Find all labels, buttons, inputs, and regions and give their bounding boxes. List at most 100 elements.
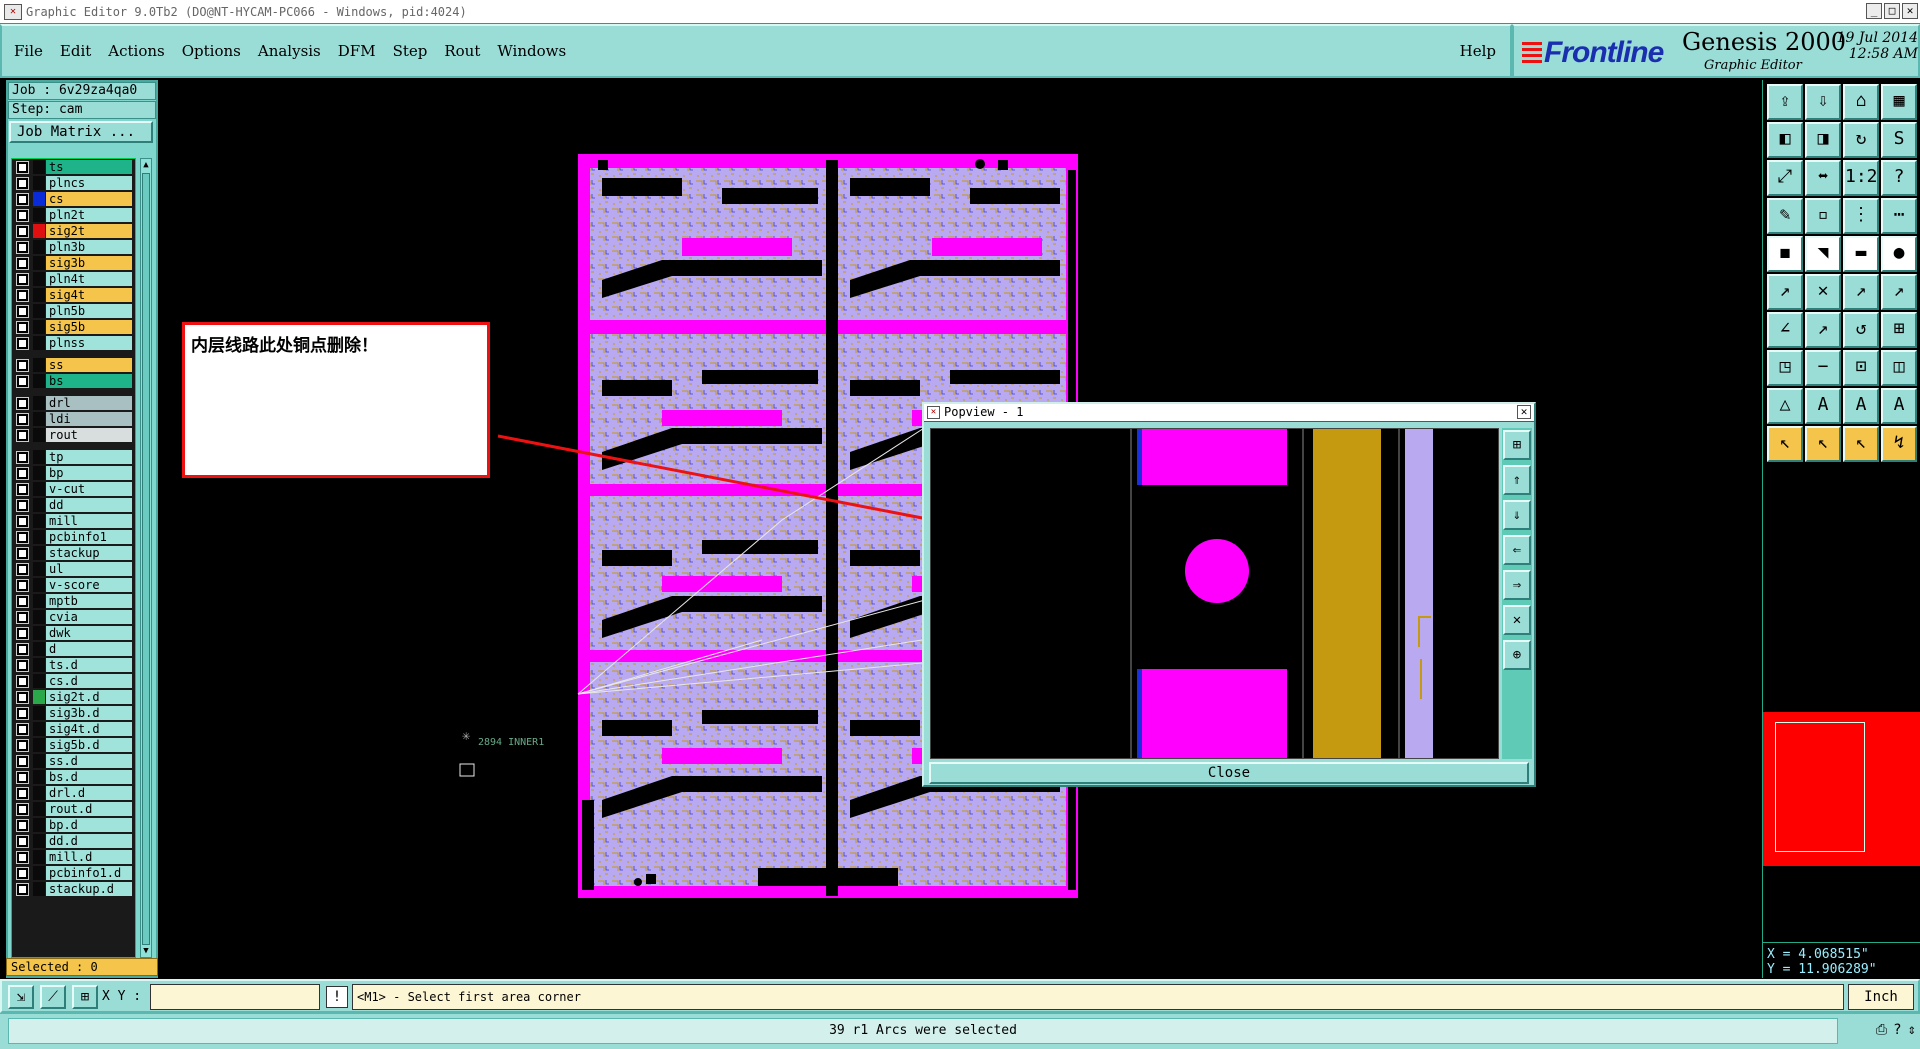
layer-name[interactable]: drl.d <box>46 786 132 800</box>
layer-row[interactable]: plncs <box>12 175 135 191</box>
layer-color-swatch[interactable] <box>33 770 45 784</box>
xy-input[interactable] <box>150 984 320 1010</box>
layer-color-swatch[interactable] <box>33 786 45 800</box>
ratio-icon[interactable]: 1:2 <box>1843 160 1879 196</box>
pointer-3-icon[interactable]: ↖ <box>1843 426 1879 462</box>
layer-color-swatch[interactable] <box>33 706 45 720</box>
popview-pan-up-icon[interactable]: ⇑ <box>1503 465 1531 495</box>
layer-checkbox[interactable] <box>16 530 29 544</box>
layer-checkbox[interactable] <box>16 578 29 592</box>
layer-name[interactable]: sig2t <box>46 224 132 238</box>
layer-color-swatch[interactable] <box>33 176 45 190</box>
layer-color-swatch[interactable] <box>33 738 45 752</box>
layer-name[interactable]: mill.d <box>46 850 132 864</box>
vdots-icon[interactable]: ⋮ <box>1843 198 1879 234</box>
layer-color-swatch[interactable] <box>33 722 45 736</box>
popview-close-icon[interactable]: ✕ <box>1517 405 1531 419</box>
layer-row[interactable]: ts <box>12 159 135 175</box>
blank-icon[interactable]: ▫ <box>1805 198 1841 234</box>
layer-row[interactable]: stackup.d <box>12 881 135 897</box>
layer-checkbox[interactable] <box>16 374 29 388</box>
layer-name[interactable]: bs <box>46 374 132 388</box>
layer-row[interactable]: pln3b <box>12 239 135 255</box>
layer-checkbox[interactable] <box>16 160 29 174</box>
layer-name[interactable]: v-score <box>46 578 132 592</box>
layer-color-swatch[interactable] <box>33 802 45 816</box>
mirror-icon[interactable]: S <box>1881 122 1917 158</box>
right-align-icon[interactable]: ◨ <box>1805 122 1841 158</box>
layer-checkbox[interactable] <box>16 786 29 800</box>
layout-icon[interactable]: ▦ <box>1881 84 1917 120</box>
close-window-button[interactable]: ✕ <box>1902 3 1918 19</box>
layer-name[interactable]: ts.d <box>46 658 132 672</box>
popview-fit-icon[interactable]: ✕ <box>1503 605 1531 635</box>
minimize-button[interactable]: _ <box>1866 3 1882 19</box>
layer-checkbox[interactable] <box>16 674 29 688</box>
panel-icon[interactable]: ◫ <box>1881 350 1917 386</box>
grid-icon[interactable]: ⊞ <box>72 985 98 1009</box>
layer-checkbox[interactable] <box>16 738 29 752</box>
job-matrix-button[interactable]: Job Matrix ... <box>9 121 153 143</box>
layer-name[interactable]: d <box>46 642 132 656</box>
layer-name[interactable]: sig5b <box>46 320 132 334</box>
layer-name[interactable]: sig3b.d <box>46 706 132 720</box>
layer-checkbox[interactable] <box>16 428 29 442</box>
pointer-2-icon[interactable]: ↖ <box>1805 426 1841 462</box>
vector-icon[interactable]: ↗ <box>1843 274 1879 310</box>
layer-color-swatch[interactable] <box>33 674 45 688</box>
circle-icon[interactable]: ● <box>1881 236 1917 272</box>
layer-name[interactable]: ts <box>46 160 132 174</box>
layer-checkbox[interactable] <box>16 754 29 768</box>
minus-icon[interactable]: − <box>1805 350 1841 386</box>
vector-2-icon[interactable]: ↗ <box>1881 274 1917 310</box>
move-up-icon[interactable]: ⇪ <box>1767 84 1803 120</box>
layer-color-swatch[interactable] <box>33 866 45 880</box>
pointer-icon[interactable]: ↖ <box>1767 426 1803 462</box>
popview-zoom-icon[interactable]: ⊞ <box>1503 430 1531 460</box>
layer-checkbox[interactable] <box>16 770 29 784</box>
layer-row[interactable]: d <box>12 641 135 657</box>
menu-windows[interactable]: Windows <box>497 42 566 60</box>
text-a-icon[interactable]: A <box>1805 388 1841 424</box>
layer-color-swatch[interactable] <box>33 498 45 512</box>
snap-icon[interactable]: ↯ <box>1881 426 1917 462</box>
layer-row[interactable]: sig2t <box>12 223 135 239</box>
layer-row[interactable]: ss.d <box>12 753 135 769</box>
layer-color-swatch[interactable] <box>33 412 45 426</box>
layer-checkbox[interactable] <box>16 272 29 286</box>
scroll-thumb[interactable] <box>142 173 150 945</box>
layer-name[interactable]: dd.d <box>46 834 132 848</box>
layer-color-swatch[interactable] <box>33 450 45 464</box>
layer-name[interactable]: ss <box>46 358 132 372</box>
layer-name[interactable]: cs <box>46 192 132 206</box>
units-selector[interactable]: Inch <box>1848 984 1914 1010</box>
menu-options[interactable]: Options <box>182 42 241 60</box>
layer-row[interactable]: cs <box>12 191 135 207</box>
popview-canvas[interactable] <box>930 428 1499 759</box>
layer-row[interactable]: pcbinfo1.d <box>12 865 135 881</box>
layer-row[interactable]: pln2t <box>12 207 135 223</box>
printer-icon[interactable]: ⎙ <box>1876 1022 1887 1038</box>
layer-row[interactable]: sig4t <box>12 287 135 303</box>
layer-row[interactable]: bp.d <box>12 817 135 833</box>
layer-checkbox[interactable] <box>16 482 29 496</box>
layer-name[interactable]: sig4t.d <box>46 722 132 736</box>
move-arrow-icon[interactable]: ↗ <box>1767 274 1803 310</box>
layer-color-swatch[interactable] <box>33 754 45 768</box>
layer-name[interactable]: plncs <box>46 176 132 190</box>
layer-name[interactable]: ul <box>46 562 132 576</box>
layer-color-swatch[interactable] <box>33 240 45 254</box>
layer-checkbox[interactable] <box>16 834 29 848</box>
layer-name[interactable]: sig5b.d <box>46 738 132 752</box>
layer-name[interactable]: drl <box>46 396 132 410</box>
layer-row[interactable]: sig4t.d <box>12 721 135 737</box>
layer-row[interactable]: sig5b.d <box>12 737 135 753</box>
pan-icon[interactable]: ⬌ <box>1805 160 1841 196</box>
layer-name[interactable]: cvia <box>46 610 132 624</box>
layer-row[interactable]: dd.d <box>12 833 135 849</box>
layer-color-swatch[interactable] <box>33 358 45 372</box>
layer-row[interactable]: sig3b <box>12 255 135 271</box>
layer-name[interactable]: sig3b <box>46 256 132 270</box>
popview-pan-right-icon[interactable]: ⇒ <box>1503 570 1531 600</box>
layer-row[interactable]: sig3b.d <box>12 705 135 721</box>
